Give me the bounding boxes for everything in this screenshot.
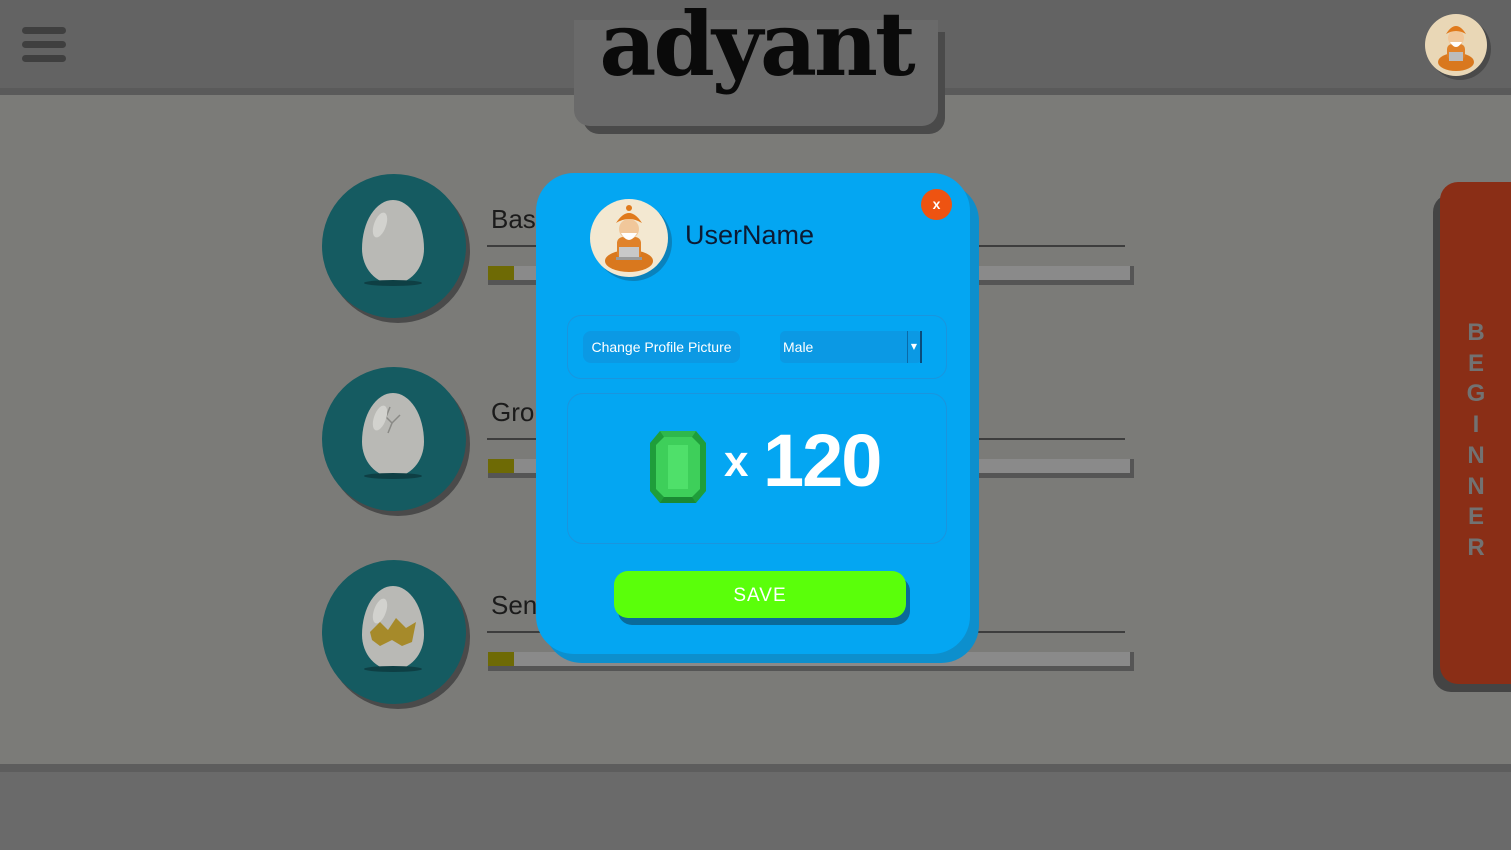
beginner-tab-label: BEGINNER bbox=[1440, 318, 1511, 564]
beginner-letter: N bbox=[1467, 472, 1485, 500]
beginner-letter: E bbox=[1467, 503, 1484, 531]
egg-shadow bbox=[364, 666, 422, 672]
gender-selected-value: Male bbox=[783, 339, 814, 355]
beginner-letter: E bbox=[1467, 349, 1484, 377]
beginner-letter: G bbox=[1466, 380, 1486, 408]
username-label: UserName bbox=[685, 220, 815, 250]
gem-multiplier: x bbox=[724, 437, 749, 486]
cracked-egg-icon bbox=[362, 393, 424, 477]
level-title: Sen bbox=[491, 590, 538, 620]
level-title: Bas bbox=[491, 204, 536, 234]
gem-count: 120 bbox=[763, 419, 882, 502]
gender-dropdown[interactable]: Male ▼ bbox=[780, 331, 922, 363]
beginner-letter: N bbox=[1467, 441, 1485, 469]
level-badge bbox=[322, 367, 466, 511]
app-logo: adyant bbox=[599, 0, 915, 96]
hamburger-menu-icon[interactable] bbox=[22, 27, 66, 63]
egg-icon bbox=[362, 200, 424, 284]
level-progress-fill bbox=[488, 266, 514, 280]
level-progress-fill bbox=[488, 652, 514, 666]
level-title: Gro bbox=[491, 397, 535, 427]
egg-shadow bbox=[364, 473, 422, 479]
beginner-letter: I bbox=[1472, 411, 1480, 439]
chevron-down-icon: ▼ bbox=[907, 331, 922, 363]
save-button[interactable]: SAVE bbox=[614, 571, 906, 618]
egg-shadow bbox=[364, 280, 422, 286]
hatching-egg-icon bbox=[362, 586, 424, 670]
bottom-bar-divider bbox=[0, 764, 1511, 772]
level-progress-fill bbox=[488, 459, 514, 473]
change-profile-picture-button[interactable]: Change Profile Picture bbox=[583, 331, 740, 363]
beginner-letter: R bbox=[1467, 533, 1485, 561]
beginner-letter: B bbox=[1467, 319, 1485, 346]
gem-balance-panel bbox=[567, 393, 947, 544]
level-badge bbox=[322, 174, 466, 318]
emerald-gem-icon bbox=[650, 431, 706, 503]
profile-avatar-icon[interactable] bbox=[1425, 14, 1487, 76]
close-button[interactable]: x bbox=[921, 189, 952, 220]
bottom-bar bbox=[0, 764, 1511, 850]
level-badge bbox=[322, 560, 466, 704]
guru-avatar-icon bbox=[590, 199, 668, 277]
